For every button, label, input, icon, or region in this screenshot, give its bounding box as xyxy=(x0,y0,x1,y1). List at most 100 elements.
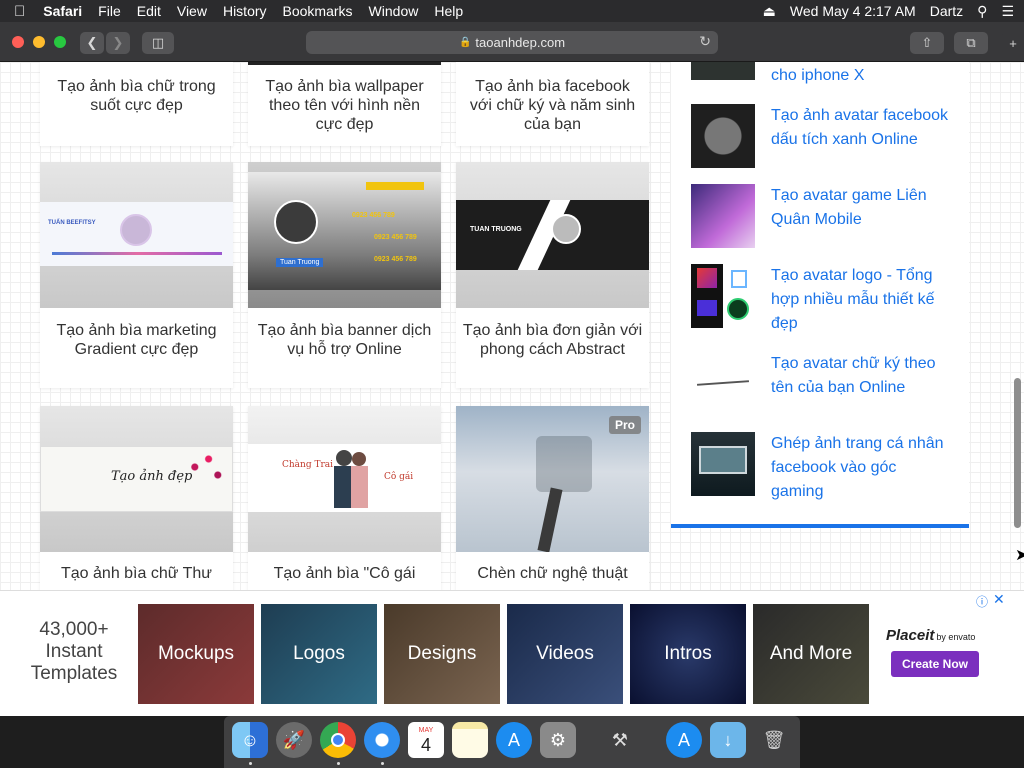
card-calligraphy-cover[interactable]: Tạo ảnh đẹp Tạo ảnh bìa chữ Thư xyxy=(40,406,233,606)
menu-view[interactable]: View xyxy=(169,3,215,19)
menu-history[interactable]: History xyxy=(215,3,275,19)
card-wallpaper-cover[interactable]: Tạo ảnh bìa wallpaper theo tên với hình … xyxy=(248,62,441,146)
card-title[interactable]: Tạo ảnh bìa wallpaper theo tên với hình … xyxy=(254,77,435,134)
ad-banner[interactable]: 43,000+ Instant Templates Mockups Logos … xyxy=(0,590,1024,716)
card-title[interactable]: Tạo ảnh bìa marketing Gradient cực đẹp xyxy=(46,321,227,359)
tabs-overview-button[interactable]: ⧉ xyxy=(954,32,988,54)
card-title[interactable]: Tạo ảnh bìa chữ Thư xyxy=(46,564,227,583)
running-indicator xyxy=(381,762,384,765)
eject-icon[interactable]: ⏏ xyxy=(763,3,776,20)
trash-icon[interactable]: 🗑 xyxy=(756,722,792,758)
spotlight-search-icon[interactable]: ⚲ xyxy=(977,3,987,20)
running-indicator xyxy=(337,762,340,765)
back-button[interactable]: ❮ xyxy=(80,32,104,54)
sidebar-thumbnail[interactable] xyxy=(691,264,755,328)
card-title[interactable]: Tạo ảnh bìa chữ trong suốt cực đẹp xyxy=(46,77,227,115)
notification-center-icon[interactable]: ☰ xyxy=(1001,3,1014,20)
sidebar-item-link[interactable]: Tạo avatar game Liên Quân Mobile xyxy=(771,184,951,232)
card-thumbnail[interactable]: 0923 456 789 0923 456 789 0923 456 789 T… xyxy=(248,162,441,308)
card-title[interactable]: Tạo ảnh bìa facebook với chữ ký và năm s… xyxy=(462,77,643,134)
ad-tile-intros[interactable]: Intros xyxy=(630,604,746,704)
sidebar-item-link[interactable]: Tạo avatar logo - Tổng hợp nhiều mẫu thi… xyxy=(771,264,951,336)
sidebar-item-avatar-verified[interactable]: Tạo ảnh avatar facebook dấu tích xanh On… xyxy=(691,104,961,168)
menu-app-name[interactable]: Safari xyxy=(35,3,90,19)
thumbnail-banner: TUAN TRUONG xyxy=(456,200,649,270)
reload-icon[interactable]: ↻ xyxy=(699,33,711,50)
card-boy-girl-cover[interactable]: Chàng Trai Cô gái Tạo ảnh bìa "Cô gái xyxy=(248,406,441,606)
finder-icon[interactable]: ☺ xyxy=(232,722,268,758)
ad-tile-logos[interactable]: Logos xyxy=(261,604,377,704)
new-tab-button[interactable]: + xyxy=(1002,32,1024,54)
menu-window[interactable]: Window xyxy=(361,3,427,19)
sidebar-item-gaming-corner[interactable]: Ghép ảnh trang cá nhân facebook vào góc … xyxy=(691,432,961,504)
ad-cta-button[interactable]: Create Now xyxy=(891,651,979,677)
sidebar-item-link[interactable]: cho iphone X xyxy=(771,64,951,88)
close-window-button[interactable] xyxy=(12,36,24,48)
card-art-text-insert[interactable]: Pro Chèn chữ nghệ thuật xyxy=(456,406,649,606)
system-preferences-icon[interactable]: ⚙ xyxy=(540,722,576,758)
thumbnail-arm xyxy=(537,487,563,552)
sidebar-thumbnail[interactable] xyxy=(691,432,755,496)
card-transparent-text-cover[interactable]: Tạo ảnh bìa chữ trong suốt cực đẹp xyxy=(40,62,233,146)
forward-button[interactable]: ❯ xyxy=(106,32,130,54)
menu-file[interactable]: File xyxy=(90,3,129,19)
sidebar-item-logo-avatar[interactable]: Tạo avatar logo - Tổng hợp nhiều mẫu thi… xyxy=(691,264,961,336)
calendar-icon[interactable]: MAY 4 xyxy=(408,722,444,758)
card-title[interactable]: Tạo ảnh bìa banner dịch vụ hỗ trợ Online xyxy=(254,321,435,359)
menu-clock[interactable]: Wed May 4 2:17 AM xyxy=(790,3,916,19)
sidebar-item-link[interactable]: Ghép ảnh trang cá nhân facebook vào góc … xyxy=(771,432,951,504)
app-store-icon[interactable]: A xyxy=(496,722,532,758)
ad-close-icon[interactable]: ✕ xyxy=(993,591,1005,608)
sidebar-thumbnail[interactable] xyxy=(691,184,755,248)
ad-tile-videos[interactable]: Videos xyxy=(507,604,623,704)
sidebar-item-link[interactable]: Tạo ảnh avatar facebook dấu tích xanh On… xyxy=(771,104,951,152)
sidebar-item-lien-quan[interactable]: Tạo avatar game Liên Quân Mobile xyxy=(691,184,961,248)
ad-tile-and-more[interactable]: And More xyxy=(753,604,869,704)
address-bar[interactable]: 🔒 taoanhdep.com ↻ xyxy=(306,31,718,54)
menu-status-area: ⏏ Wed May 4 2:17 AM Dartz ⚲ ☰ xyxy=(763,0,1014,22)
minimize-window-button[interactable] xyxy=(33,36,45,48)
apple-menu-icon[interactable]:  xyxy=(0,3,35,20)
card-title[interactable]: Chèn chữ nghệ thuật xyxy=(462,564,643,583)
card-support-service-banner[interactable]: 0923 456 789 0923 456 789 0923 456 789 T… xyxy=(248,162,441,388)
card-abstract-cover[interactable]: TUAN TRUONG Tạo ảnh bìa đơn giản với pho… xyxy=(456,162,649,388)
downloads-folder-icon[interactable]: ↓ xyxy=(710,722,746,758)
launchpad-icon[interactable]: 🚀 xyxy=(276,722,312,758)
sidebar-item-iphone-x[interactable]: cho iphone X xyxy=(691,62,961,92)
card-thumbnail[interactable]: Tạo ảnh đẹp xyxy=(40,406,233,552)
sidebar-toggle-button[interactable]: ◫ xyxy=(142,32,174,54)
logo-tile-4 xyxy=(727,298,749,320)
automator-icon[interactable]: ⚒ xyxy=(602,722,638,758)
ad-tile-mockups[interactable]: Mockups xyxy=(138,604,254,704)
sidebar-thumbnail[interactable] xyxy=(691,104,755,168)
card-facebook-signature-cover[interactable]: Tạo ảnh bìa facebook với chữ ký và năm s… xyxy=(456,62,649,146)
card-title[interactable]: Tạo ảnh bìa đơn giản với phong cách Abst… xyxy=(462,321,643,359)
sidebar-thumbnail[interactable] xyxy=(691,352,755,416)
safari-icon[interactable] xyxy=(364,722,400,758)
ad-tile-designs[interactable]: Designs xyxy=(384,604,500,704)
zoom-window-button[interactable] xyxy=(54,36,66,48)
sidebar-item-link[interactable]: Tạo avatar chữ ký theo tên của bạn Onlin… xyxy=(771,352,951,400)
share-button[interactable]: ⇧ xyxy=(910,32,944,54)
card-title[interactable]: Tạo ảnh bìa "Cô gái xyxy=(254,564,435,583)
sidebar-item-signature-avatar[interactable]: Tạo avatar chữ ký theo tên của bạn Onlin… xyxy=(691,352,961,416)
notes-icon[interactable] xyxy=(452,722,488,758)
sidebar-thumbnail[interactable] xyxy=(691,62,755,80)
ad-headline[interactable]: 43,000+ Instant Templates xyxy=(20,619,128,685)
browser-toolbar: ❮ ❯ ◫ 🔒 taoanhdep.com ↻ ⇧ ⧉ + xyxy=(0,22,1024,62)
menu-edit[interactable]: Edit xyxy=(129,3,169,19)
card-thumbnail[interactable]: Pro xyxy=(456,406,649,552)
app-store-folder-icon[interactable]: A xyxy=(666,722,702,758)
card-thumbnail[interactable]: TUAN TRUONG xyxy=(456,162,649,308)
menu-bookmarks[interactable]: Bookmarks xyxy=(275,3,361,19)
menu-help[interactable]: Help xyxy=(426,3,471,19)
dock: ☺ 🚀 MAY 4 A ⚙ ⚒ A ↓ 🗑 xyxy=(224,716,800,768)
chrome-icon[interactable] xyxy=(320,722,356,758)
card-thumbnail[interactable]: Chàng Trai Cô gái xyxy=(248,406,441,552)
page-scrollbar[interactable] xyxy=(1014,378,1021,528)
thumbnail-avatar xyxy=(120,214,152,246)
card-thumbnail[interactable]: TUẤN BEEFITSY xyxy=(40,162,233,308)
ad-info-icon[interactable]: ⓘ xyxy=(976,593,988,610)
card-marketing-gradient[interactable]: TUẤN BEEFITSY Tạo ảnh bìa marketing Grad… xyxy=(40,162,233,388)
menu-user[interactable]: Dartz xyxy=(930,3,963,19)
